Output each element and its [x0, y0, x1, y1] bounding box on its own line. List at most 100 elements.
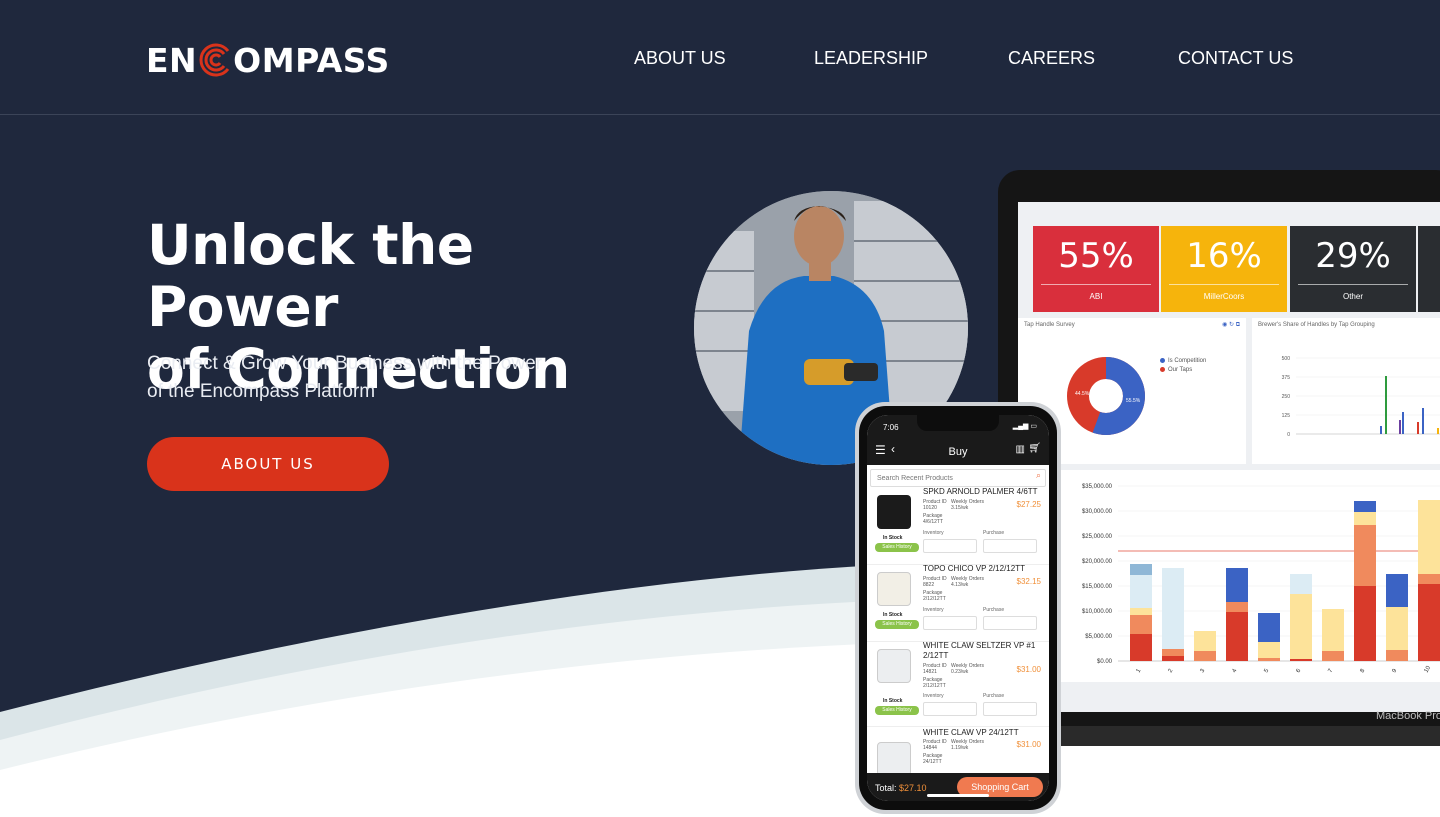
nav-careers[interactable]: CAREERS	[1008, 48, 1095, 69]
bar-x-tick: 6	[1296, 668, 1303, 674]
search-icon[interactable]: ⌕	[1036, 470, 1041, 481]
weekly-orders: 0.23/wk	[951, 669, 969, 675]
header-divider	[0, 114, 1440, 115]
laptop-mockup: 55% ABI 16% MillerCoors 29% Other Tap Ha…	[992, 170, 1440, 760]
product-search-input[interactable]	[870, 469, 1046, 487]
sales-history-button[interactable]: Sales History	[875, 706, 919, 715]
bar-x-tick: 1	[1136, 668, 1143, 674]
phone-app-bar: ☰ ‹ Buy ▥ 🛒︎	[867, 437, 1049, 465]
bar-x-tick: 7	[1328, 668, 1335, 674]
white-claw-seltzer-product-image	[877, 649, 911, 683]
tile-label: MillerCoors	[1203, 292, 1245, 301]
tile-divider	[1169, 284, 1279, 285]
purchase-input[interactable]	[983, 539, 1037, 553]
bar-x-tick: 5	[1264, 668, 1271, 674]
tile-divider	[1298, 284, 1408, 285]
purchase-label: Purchase	[983, 530, 1005, 536]
product-list-item[interactable]: WHITE CLAW SELTZER VP #1 2/12TT Product …	[867, 641, 1049, 727]
product-list-item[interactable]: WHITE CLAW VP 24/12TT Product ID 14844 W…	[867, 728, 1049, 776]
weekly-orders: 4.13/wk	[951, 582, 969, 588]
purchase-input[interactable]	[983, 616, 1037, 630]
phone-mockup: 7:06 ▂▄▆ ▭ ☰ ‹ Buy ▥ 🛒︎ ⌕ SPKD ARNOLD PA…	[855, 402, 1061, 814]
share-tick: 375	[1282, 375, 1291, 381]
nav-leadership[interactable]: LEADERSHIP	[814, 48, 928, 69]
total-value: $27.10	[899, 783, 927, 793]
nav-about-us[interactable]: ABOUT US	[634, 48, 726, 69]
donut-chart: 55.5% 44.5%	[1067, 357, 1145, 435]
status-time: 7:06	[883, 423, 899, 432]
phone-body: 7:06 ▂▄▆ ▭ ☰ ‹ Buy ▥ 🛒︎ ⌕ SPKD ARNOLD PA…	[859, 406, 1057, 810]
about-us-button[interactable]: ABOUT US	[147, 437, 389, 491]
phone-notch	[917, 415, 999, 431]
product-id: 8822	[923, 582, 935, 588]
product-id: 14844	[923, 745, 937, 751]
inventory-input[interactable]	[923, 702, 977, 716]
in-stock-label: In Stock	[883, 698, 903, 704]
tile-label: Other	[1342, 292, 1363, 301]
bar-x-tick: 8	[1360, 668, 1367, 674]
purchase-input[interactable]	[983, 702, 1037, 716]
signal-battery-icon: ▂▄▆ ▭	[1012, 423, 1037, 430]
share-tick: 0	[1287, 432, 1290, 438]
inventory-label: Inventory	[923, 607, 944, 613]
product-name: WHITE CLAW VP 24/12TT	[923, 728, 1019, 737]
encompass-logo[interactable]: EN OMPASS	[146, 40, 390, 80]
bar-y-tick: $0.00	[1097, 659, 1113, 665]
legend-our-taps: Our Taps	[1160, 367, 1192, 373]
in-stock-label: In Stock	[883, 612, 903, 618]
cart-total: Total: $27.10	[875, 783, 927, 793]
nav-contact-us[interactable]: CONTACT US	[1178, 48, 1293, 69]
product-price: $32.15	[1016, 577, 1041, 586]
white-claw-product-image	[877, 742, 911, 776]
package: 24/12TT	[923, 759, 942, 765]
in-stock-label: In Stock	[883, 535, 903, 541]
panel-actions-icons[interactable]: ◉ ↻ ⧉	[1222, 321, 1240, 329]
share-tile-other: 29% Other	[1290, 226, 1416, 312]
tile-percent: 16%	[1186, 236, 1262, 276]
product-list-item[interactable]: TOPO CHICO VP 2/12/12TT Product ID 8822 …	[867, 564, 1049, 642]
purchase-label: Purchase	[983, 607, 1005, 613]
share-tile-millercoors: 16% MillerCoors	[1161, 226, 1287, 312]
bar-y-tick: $5,000.00	[1085, 634, 1112, 640]
product-price: $31.00	[1016, 665, 1041, 674]
panel-title: Brewer's Share of Handles by Tap Groupin…	[1258, 322, 1375, 328]
brewer-share-chart: 500 375 250 125 0	[1282, 356, 1440, 438]
bar-y-tick: $10,000.00	[1082, 609, 1113, 615]
share-tick: 250	[1282, 394, 1291, 400]
bar-x-tick: 10	[1424, 665, 1433, 674]
product-list-item[interactable]: SPKD ARNOLD PALMER 4/6TT Product ID 1012…	[867, 487, 1049, 565]
chart-icon[interactable]: ▥	[1016, 444, 1025, 455]
logo-text-left: EN	[146, 40, 198, 80]
bar-x-tick: 9	[1392, 668, 1399, 674]
hero-title-line-1: Unlock the Power	[147, 213, 474, 339]
purchase-label: Purchase	[983, 693, 1005, 699]
package: 2/12/12TT	[923, 683, 946, 689]
sales-history-button[interactable]: Sales History	[875, 620, 919, 629]
sales-history-button[interactable]: Sales History	[875, 543, 919, 552]
laptop-dashboard-screen: 55% ABI 16% MillerCoors 29% Other Tap Ha…	[1018, 202, 1440, 712]
bar-y-tick: $35,000.00	[1082, 484, 1113, 490]
product-id: 14821	[923, 669, 937, 675]
logo-c-mark	[198, 43, 232, 77]
bar-x-tick: 4	[1232, 668, 1239, 674]
bar-y-tick: $20,000.00	[1082, 559, 1113, 565]
product-name: SPKD ARNOLD PALMER 4/6TT	[923, 487, 1038, 496]
package: 2/12/12TT	[923, 596, 946, 602]
tile-divider	[1041, 284, 1151, 285]
weekly-orders: 1.19/wk	[951, 745, 969, 751]
donut-label-competition: 55.5%	[1126, 398, 1141, 404]
share-tick: 500	[1282, 356, 1291, 362]
inventory-input[interactable]	[923, 539, 977, 553]
cart-icon[interactable]: 🛒︎	[1028, 443, 1041, 454]
bar-x-tick: 2	[1168, 668, 1175, 674]
inventory-input[interactable]	[923, 616, 977, 630]
tile-percent: 29%	[1315, 236, 1391, 276]
hero-subtitle: Connect & Grow Your Business with the Po…	[147, 350, 567, 406]
arnold-palmer-product-image	[877, 495, 911, 529]
laptop-model-label: MacBook Pro	[1375, 710, 1440, 722]
product-price: $31.00	[1016, 740, 1041, 749]
share-tick: 125	[1282, 413, 1291, 419]
inventory-label: Inventory	[923, 693, 944, 699]
bar-y-tick: $25,000.00	[1082, 534, 1113, 540]
panel-title: Tap Handle Survey	[1024, 322, 1075, 328]
